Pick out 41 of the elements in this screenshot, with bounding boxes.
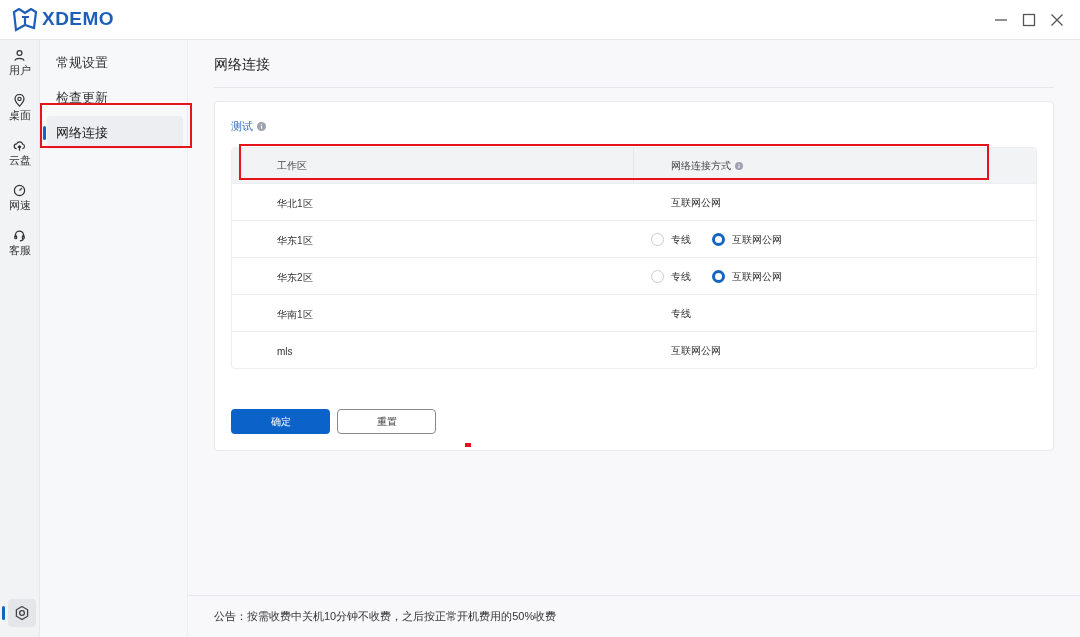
settings-button[interactable] xyxy=(8,599,36,627)
close-icon[interactable] xyxy=(1050,12,1064,27)
rail-item[interactable]: 用户 xyxy=(0,40,39,85)
menu-item[interactable]: 常规设置 xyxy=(47,46,183,79)
radio-option[interactable]: 互联网公网 xyxy=(712,268,782,284)
pin-icon xyxy=(13,93,26,107)
logo-text: XDEMO xyxy=(42,7,115,32)
table-cell: mls xyxy=(277,346,293,357)
table-cell: 华东2区 xyxy=(277,272,313,283)
rail-item[interactable]: 客服 xyxy=(0,220,39,265)
radio-option[interactable]: 专线 xyxy=(651,268,691,284)
info-icon xyxy=(735,161,743,170)
gauge-icon xyxy=(13,183,26,197)
table-cell-text: 互联网公网 xyxy=(671,343,721,358)
cloud-icon xyxy=(13,138,26,152)
page-title: 网络连接 xyxy=(214,40,1054,88)
rail-item[interactable]: 桌面 xyxy=(0,85,39,130)
info-icon xyxy=(257,121,266,131)
table-cell-text: 专线 xyxy=(671,306,691,321)
table-cell: 华东1区 xyxy=(277,235,313,246)
maximize-icon[interactable] xyxy=(1022,12,1036,27)
radio-button[interactable] xyxy=(712,232,725,246)
rail-item[interactable]: 网速 xyxy=(0,175,39,220)
table-cell: 华南1区 xyxy=(277,309,313,320)
settings-icon xyxy=(14,605,30,621)
headset-icon xyxy=(13,228,26,242)
radio-option[interactable]: 专线 xyxy=(651,231,691,247)
column-header: 工作区 xyxy=(277,159,307,173)
table-cell: 华北1区 xyxy=(277,198,313,209)
radio-button[interactable] xyxy=(712,269,725,283)
confirm-button[interactable]: 确定 xyxy=(231,409,330,434)
table-cell-text: 互联网公网 xyxy=(671,195,721,210)
logo-icon xyxy=(12,7,38,32)
rail-item[interactable]: 云盘 xyxy=(0,130,39,175)
column-header: 网络连接方式 xyxy=(671,159,731,173)
section-label: 测试 xyxy=(231,118,253,134)
user-icon xyxy=(13,48,26,62)
radio-option[interactable]: 互联网公网 xyxy=(712,231,782,247)
menu-item[interactable]: 网络连接 xyxy=(47,116,183,149)
reset-button[interactable]: 重置 xyxy=(337,409,436,434)
notice-text: 公告：按需收费中关机10分钟不收费，之后按正常开机费用的50%收费 xyxy=(214,609,557,625)
